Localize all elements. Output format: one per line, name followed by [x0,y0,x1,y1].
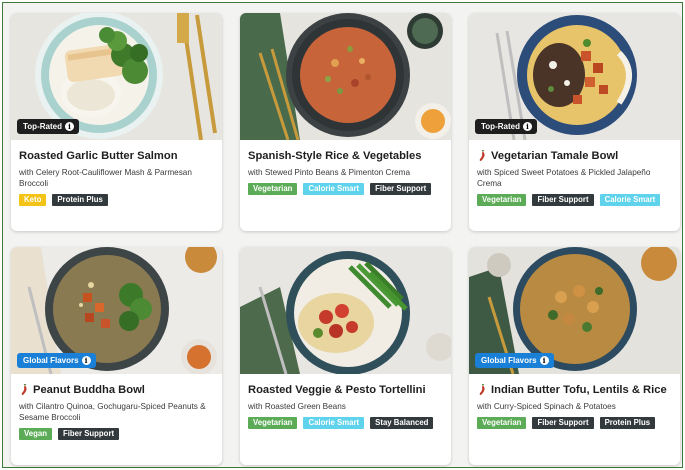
page-frame: Top-Rated i Roasted Garlic Butter Salmon… [2,2,683,468]
badge-vegetarian: Vegetarian [477,417,527,429]
badge-calorie-smart: Calorie Smart [303,417,365,429]
recipe-card-spanish-style-rice[interactable]: Spanish-Style Rice & Vegetables with Ste… [240,13,451,231]
global-flavors-tag[interactable]: Global Flavors i [475,353,554,368]
recipe-photo [240,13,451,140]
recipe-title[interactable]: Vegetarian Tamale Bowl [477,149,672,163]
recipe-title-text: Peanut Buddha Bowl [33,384,145,396]
badge-vegetarian: Vegetarian [477,194,527,206]
badge-stay-balanced: Stay Balanced [370,417,434,429]
badge-list: Vegetarian Fiber Support Calorie Smart [477,194,672,206]
info-icon[interactable]: i [539,356,549,365]
badge-protein-plus: Protein Plus [599,417,656,429]
recipe-subtitle: with Curry-Spiced Spinach & Potatoes [477,402,616,411]
badge-fiber-support: Fiber Support [532,417,594,429]
top-rated-tag[interactable]: Top-Rated i [17,119,79,134]
recipe-subtitle: with Roasted Green Beans [248,402,346,411]
top-rated-tag[interactable]: Top-Rated i [475,119,537,134]
recipe-photo: Global Flavors i [469,247,680,374]
recipe-subtitle: with Cilantro Quinoa, Gochugaru-Spiced P… [19,402,206,422]
recipe-title-text: Spanish-Style Rice & Vegetables [248,150,422,162]
badge-vegetarian: Vegetarian [248,183,298,195]
recipe-photo: Top-Rated i [11,13,222,140]
badge-list: Vegetarian Calorie Smart Fiber Support [248,183,443,195]
recipe-title-text: Indian Butter Tofu, Lentils & Rice [491,384,667,396]
tag-label: Global Flavors [23,356,79,365]
tag-label: Top-Rated [481,122,520,131]
badge-fiber-support: Fiber Support [370,183,432,195]
recipe-subtitle: with Celery Root-Cauliflower Mash & Parm… [19,168,192,188]
tag-label: Global Flavors [481,356,537,365]
chili-pepper-icon [21,384,27,395]
recipe-title[interactable]: Roasted Veggie & Pesto Tortellini [248,383,443,397]
badge-list: Vegetarian Fiber Support Protein Plus [477,417,672,429]
chili-pepper-icon [479,384,485,395]
tag-label: Top-Rated [23,122,62,131]
badge-list: Vegan Fiber Support [19,428,214,440]
recipe-card-indian-butter-tofu[interactable]: Global Flavors i Indian Butter Tofu, Len… [469,247,680,465]
recipe-title-text: Vegetarian Tamale Bowl [491,150,619,162]
recipe-title[interactable]: Indian Butter Tofu, Lentils & Rice [477,383,672,397]
recipe-title[interactable]: Peanut Buddha Bowl [19,383,214,397]
chili-pepper-icon [479,150,485,161]
global-flavors-tag[interactable]: Global Flavors i [17,353,96,368]
badge-vegan: Vegan [19,428,52,440]
info-icon[interactable]: i [64,122,74,131]
recipe-title-text: Roasted Veggie & Pesto Tortellini [248,384,426,396]
badge-fiber-support: Fiber Support [57,428,120,440]
badge-list: Vegetarian Calorie Smart Stay Balanced [248,417,443,429]
recipe-card-pesto-tortellini[interactable]: Roasted Veggie & Pesto Tortellini with R… [240,247,451,465]
badge-keto: Keto [19,194,47,206]
recipe-card-vegetarian-tamale-bowl[interactable]: Top-Rated i Vegetarian Tamale Bowl with … [469,13,680,231]
recipe-title-text: Roasted Garlic Butter Salmon [19,150,178,162]
recipe-title[interactable]: Roasted Garlic Butter Salmon [19,149,214,163]
info-icon[interactable]: i [522,122,532,131]
recipe-subtitle: with Stewed Pinto Beans & Pimenton Crema [248,168,411,177]
recipe-title[interactable]: Spanish-Style Rice & Vegetables [248,149,443,163]
recipe-photo [240,247,451,374]
recipe-grid: Top-Rated i Roasted Garlic Butter Salmon… [11,13,680,465]
badge-calorie-smart: Calorie Smart [303,183,365,195]
badge-protein-plus: Protein Plus [52,194,108,206]
badge-fiber-support: Fiber Support [532,194,594,206]
info-icon[interactable]: i [81,356,91,365]
badge-list: Keto Protein Plus [19,194,214,206]
recipe-subtitle: with Spiced Sweet Potatoes & Pickled Jal… [477,168,651,188]
badge-calorie-smart: Calorie Smart [599,194,661,206]
recipe-card-peanut-buddha-bowl[interactable]: Global Flavors i Peanut Buddha Bowl with… [11,247,222,465]
recipe-photo: Global Flavors i [11,247,222,374]
recipe-card-garlic-butter-salmon[interactable]: Top-Rated i Roasted Garlic Butter Salmon… [11,13,222,231]
recipe-photo: Top-Rated i [469,13,680,140]
badge-vegetarian: Vegetarian [248,417,298,429]
